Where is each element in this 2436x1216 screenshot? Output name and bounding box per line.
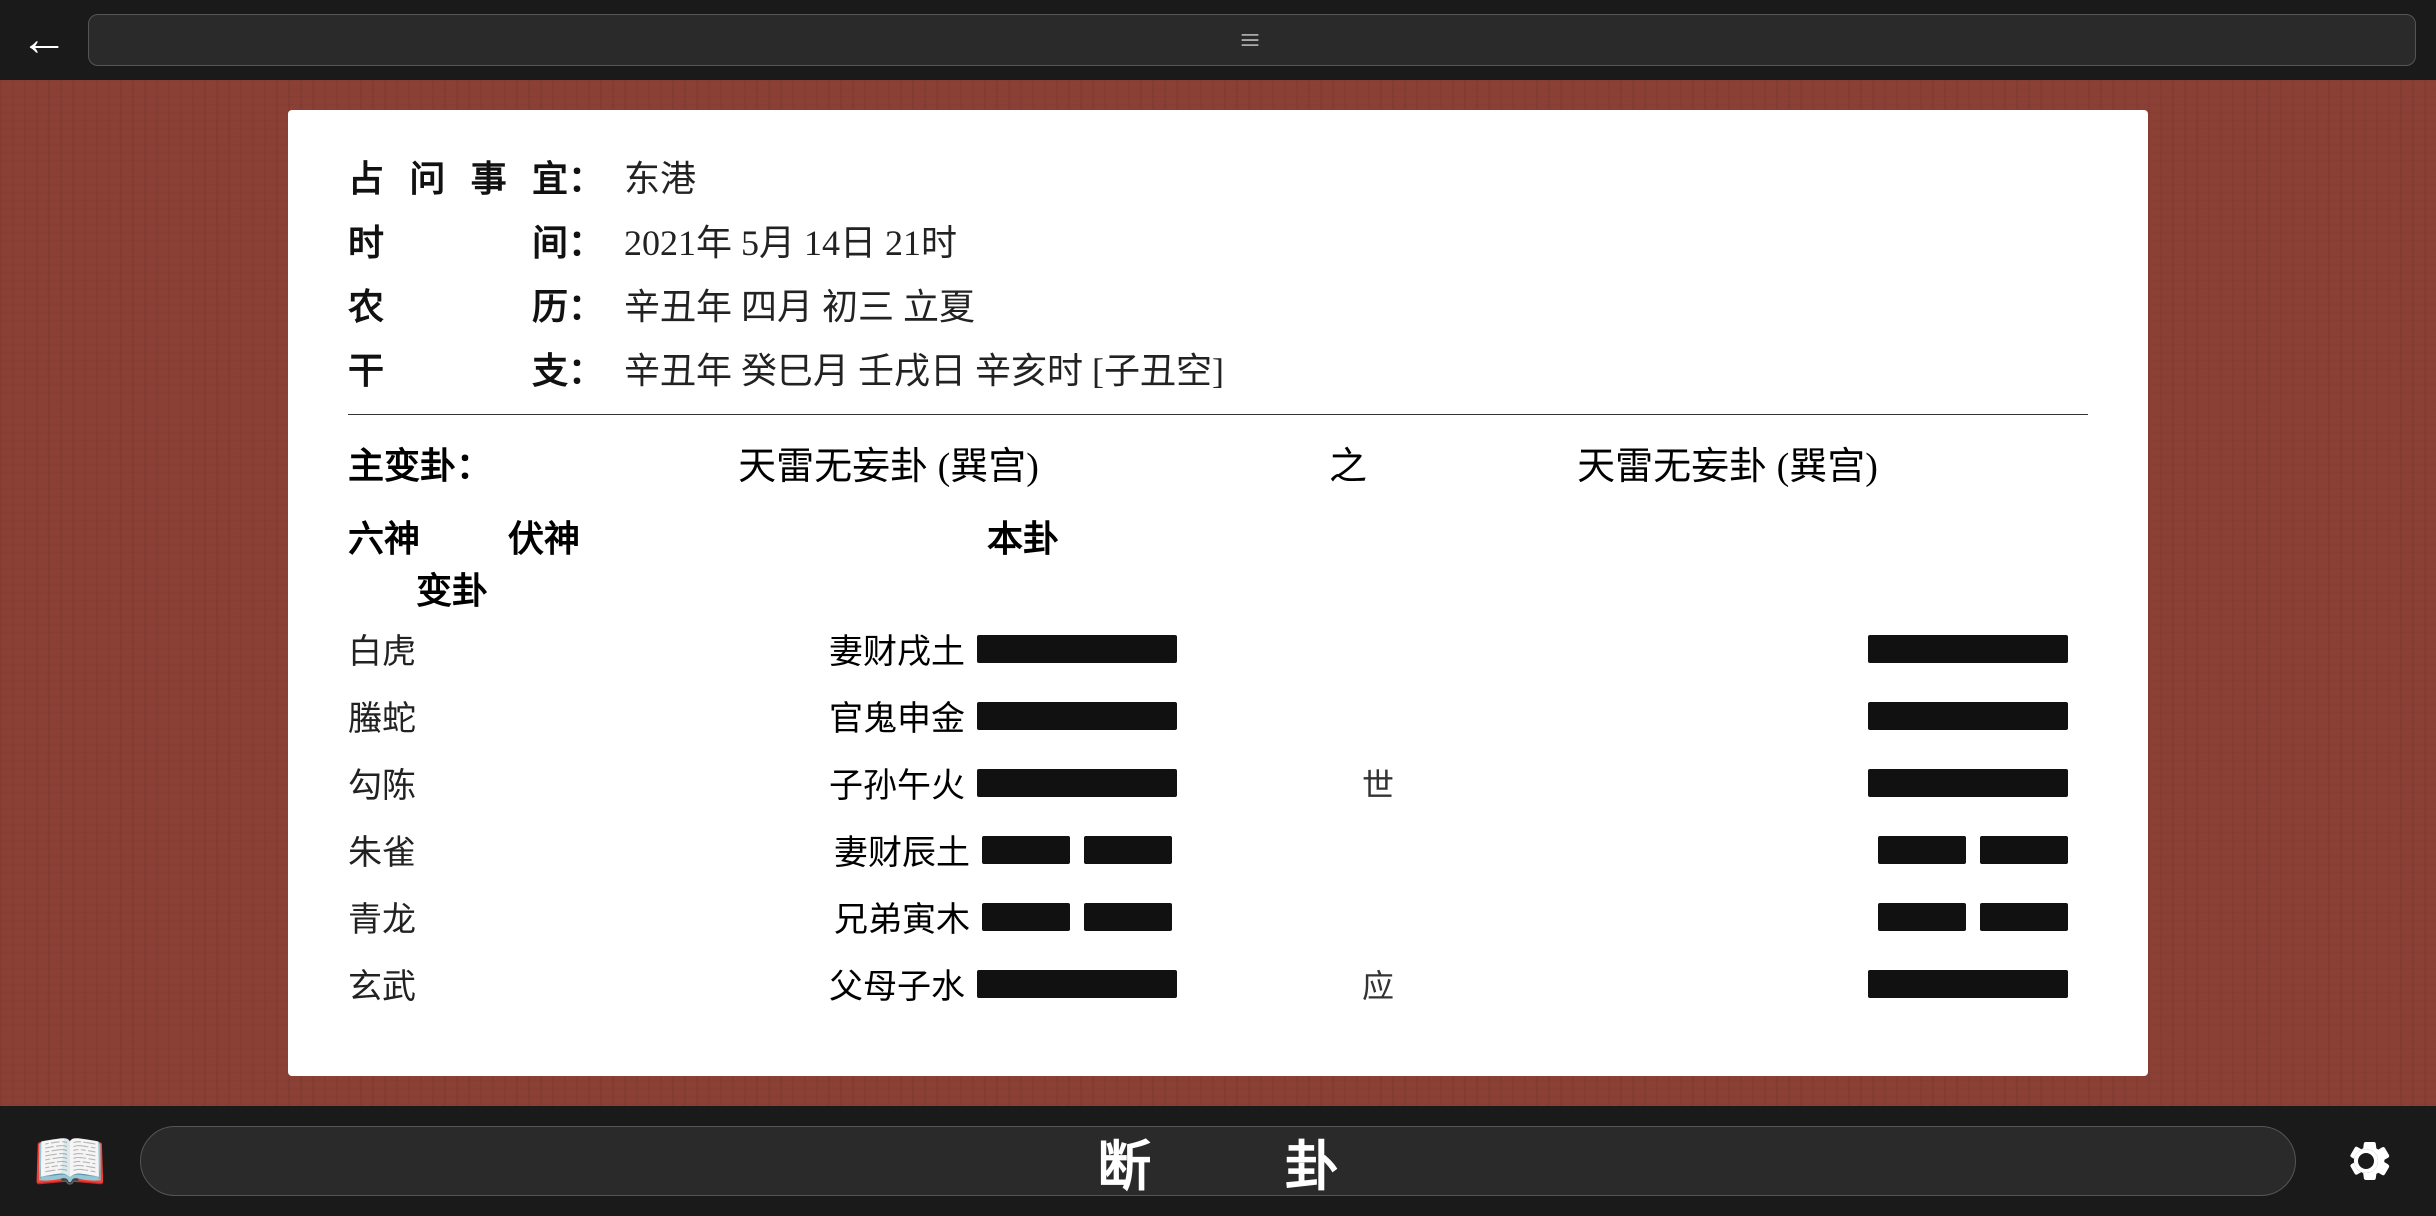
nongli-value: 辛丑年 四月 初三 立夏	[624, 278, 975, 330]
subject-value: 东港	[624, 150, 696, 202]
yao-4: 兄弟寅木	[668, 892, 1338, 941]
col-bengua: 本卦	[668, 510, 1378, 562]
back-button[interactable]: ←	[20, 16, 68, 64]
subject-label: 占问事宜	[348, 150, 568, 202]
info-row-time: 时 间 ： 2021年 5月 14日 21时	[348, 214, 2088, 266]
hex-header: 主变卦： 天雷无妄卦 (巽宫) 之 天雷无妄卦 (巽宫)	[348, 435, 2088, 490]
col-fushen: 伏神	[508, 510, 668, 562]
hex-main-title: 天雷无妄卦 (巽宫)	[568, 435, 1289, 490]
yao-name-2: 子孙午火	[829, 758, 965, 807]
hex-row-4: 青龙 兄弟寅木	[348, 892, 2088, 941]
section-divider	[348, 414, 2088, 415]
bianyao-4	[1418, 903, 2088, 931]
bianyao-line-5	[1868, 970, 2068, 998]
time-value: 2021年 5月 14日 21时	[624, 214, 957, 266]
hex-row-3: 朱雀 妻财辰土	[348, 825, 2088, 874]
subject-colon: ：	[568, 150, 604, 202]
yao-2: 子孙午火	[668, 758, 1338, 807]
bottom-bar: 📖 断 卦	[0, 1106, 2436, 1216]
duangua-button[interactable]: 断 卦	[140, 1126, 2296, 1196]
top-bar: ← ≡	[0, 0, 2436, 80]
col-liushen: 六神	[348, 510, 508, 562]
yao-line-2	[977, 769, 1177, 797]
hex-main-label: 主变卦：	[348, 437, 568, 489]
bianyao-1	[1418, 702, 2088, 730]
liushen-2: 勾陈	[348, 758, 508, 807]
top-bar-search[interactable]: ≡	[88, 14, 2416, 66]
bianyao-line-4	[1878, 903, 2068, 931]
yao-5: 父母子水	[668, 959, 1338, 1008]
col-biangua: 变卦	[348, 562, 508, 614]
nongli-colon: ：	[568, 278, 604, 330]
info-row-nongli: 农 历 ： 辛丑年 四月 初三 立夏	[348, 278, 2088, 330]
book-icon: 📖	[33, 1126, 108, 1197]
bianyao-line-2	[1868, 769, 2068, 797]
hex-row-0: 白虎 妻财戌土	[348, 624, 2088, 673]
yao-line-4	[982, 903, 1172, 931]
duangua-label: 断 卦	[1037, 1122, 1399, 1201]
hex-col-headers: 六神 伏神 本卦 变卦	[348, 510, 2088, 614]
liushen-4: 青龙	[348, 892, 508, 941]
book-button[interactable]: 📖	[30, 1121, 110, 1201]
yao-name-0: 妻财戌土	[829, 624, 965, 673]
hexagram-card: 占问事宜 ： 东港 时 间 ： 2021年 5月 14日 21时 农 历 ： 辛…	[288, 110, 2148, 1076]
bianyao-0	[1418, 635, 2088, 663]
hex-row-5: 玄武 父母子水 应	[348, 959, 2088, 1008]
ganzhi-value: 辛丑年 癸巳月 壬戌日 辛亥时 [子丑空]	[624, 342, 1224, 394]
hex-zhi: 之	[1289, 435, 1407, 490]
liushen-1: 螣蛇	[348, 691, 508, 740]
hex-row-2: 勾陈 子孙午火 世	[348, 758, 2088, 807]
yao-line-5	[977, 970, 1177, 998]
ganzhi-colon: ：	[568, 342, 604, 394]
bianyao-2	[1418, 769, 2088, 797]
bianyao-line-1	[1868, 702, 2068, 730]
mark-2: 世	[1338, 760, 1418, 806]
time-colon: ：	[568, 214, 604, 266]
bianyao-line-0	[1868, 635, 2068, 663]
liushen-5: 玄武	[348, 959, 508, 1008]
liushen-0: 白虎	[348, 624, 508, 673]
yao-line-0	[977, 635, 1177, 663]
settings-button[interactable]	[2326, 1121, 2406, 1201]
bianyao-5	[1418, 970, 2088, 998]
yao-name-1: 官鬼申金	[829, 691, 965, 740]
time-label: 时 间	[348, 214, 568, 266]
yao-line-1	[977, 702, 1177, 730]
main-content: 占问事宜 ： 东港 时 间 ： 2021年 5月 14日 21时 农 历 ： 辛…	[0, 80, 2436, 1106]
hamburger-icon: ≡	[1240, 19, 1264, 61]
mark-5: 应	[1338, 961, 1418, 1007]
ganzhi-label: 干 支	[348, 342, 568, 394]
gear-icon	[2334, 1129, 2398, 1193]
yao-0: 妻财戌土	[668, 624, 1338, 673]
hex-var-title: 天雷无妄卦 (巽宫)	[1407, 435, 2088, 490]
yao-name-5: 父母子水	[829, 959, 965, 1008]
info-section: 占问事宜 ： 东港 时 间 ： 2021年 5月 14日 21时 农 历 ： 辛…	[348, 150, 2088, 394]
yao-name-3: 妻财辰土	[834, 825, 970, 874]
nongli-label: 农 历	[348, 278, 568, 330]
yao-name-4: 兄弟寅木	[834, 892, 970, 941]
yao-1: 官鬼申金	[668, 691, 1338, 740]
yao-line-3	[982, 836, 1172, 864]
hex-row-1: 螣蛇 官鬼申金	[348, 691, 2088, 740]
bianyao-line-3	[1878, 836, 2068, 864]
liushen-3: 朱雀	[348, 825, 508, 874]
info-row-subject: 占问事宜 ： 东港	[348, 150, 2088, 202]
info-row-ganzhi: 干 支 ： 辛丑年 癸巳月 壬戌日 辛亥时 [子丑空]	[348, 342, 2088, 394]
bianyao-3	[1418, 836, 2088, 864]
yao-3: 妻财辰土	[668, 825, 1338, 874]
